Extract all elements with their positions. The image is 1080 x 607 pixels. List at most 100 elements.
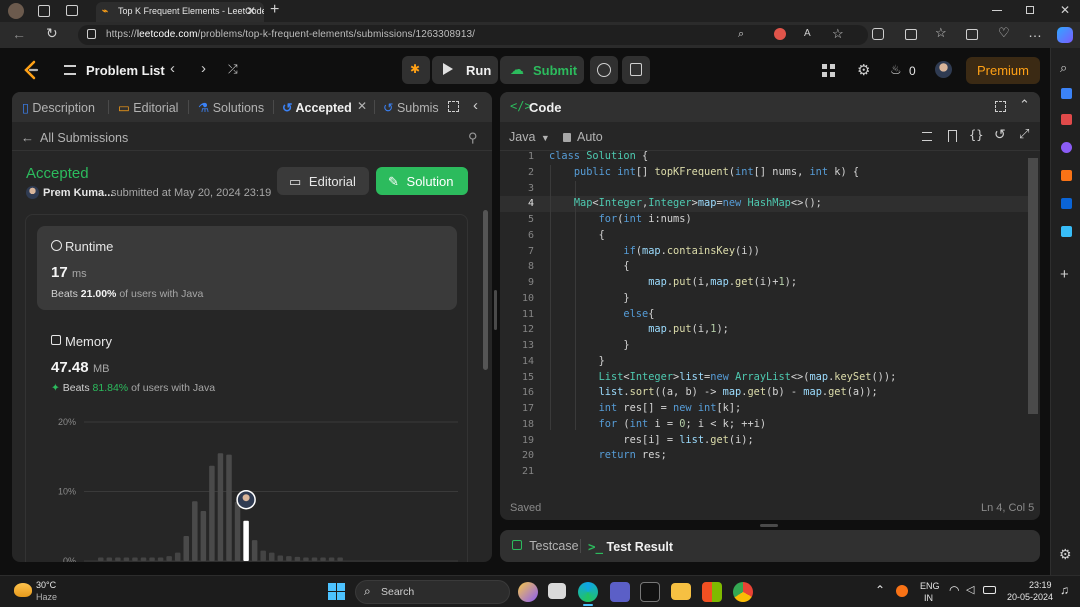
edge-browser-icon[interactable]: [578, 582, 598, 602]
run-button[interactable]: Run: [432, 56, 498, 84]
chart-bar[interactable]: [200, 510, 207, 561]
chart-bar[interactable]: [157, 557, 164, 561]
close-tab-icon[interactable]: ✕: [246, 4, 256, 18]
extensions-icon[interactable]: [872, 28, 884, 40]
submit-button[interactable]: ☁ Submit: [500, 56, 584, 84]
collapse-up-icon[interactable]: ⌃: [1019, 97, 1030, 113]
memory-card[interactable]: Memory 47.48 MB ✦ Beats 81.84% of users …: [37, 321, 457, 405]
chart-bar[interactable]: [132, 557, 138, 561]
chart-bar[interactable]: [149, 557, 155, 561]
submitter-name[interactable]: Prem Kuma...: [43, 187, 113, 199]
refresh-icon[interactable]: ↻: [46, 25, 58, 42]
chart-bar[interactable]: [269, 552, 275, 561]
tray-app-icon[interactable]: [896, 585, 908, 597]
close-tab-icon[interactable]: ✕: [357, 99, 367, 113]
browser-tab-active[interactable]: ⌁ Top K Frequent Elements - LeetCode: [96, 2, 264, 22]
chart-bar[interactable]: [226, 454, 232, 561]
chart-bar[interactable]: [166, 556, 172, 561]
user-avatar[interactable]: [935, 61, 952, 78]
taskbar-search[interactable]: ⌕ Search: [355, 580, 510, 604]
editor-scrollbar[interactable]: [1028, 158, 1038, 414]
chart-bar[interactable]: [234, 501, 241, 561]
panel-resize-handle[interactable]: [494, 290, 497, 330]
tab-editorial[interactable]: ▭ Editorial: [118, 100, 178, 115]
shopping-icon[interactable]: [1061, 88, 1072, 99]
back-arrow-icon[interactable]: ←: [12, 26, 26, 42]
chrome-icon[interactable]: [733, 582, 753, 602]
next-problem-icon[interactable]: ›: [201, 60, 206, 77]
close-window-icon[interactable]: ✕: [1060, 3, 1070, 17]
profile-avatar[interactable]: [8, 3, 24, 19]
copilot-icon[interactable]: [1057, 27, 1073, 43]
problem-list-link[interactable]: Problem List: [86, 63, 165, 78]
read-aloud-icon[interactable]: A: [804, 28, 811, 39]
auto-mode[interactable]: Auto: [577, 130, 603, 144]
bookmark-icon[interactable]: [948, 130, 957, 142]
tab-description[interactable]: ▯ Description: [22, 100, 95, 115]
microsoft-store-icon[interactable]: [702, 582, 722, 602]
code-editor[interactable]: class Solution { public int[] topKFreque…: [549, 149, 1024, 482]
settings-gear-icon[interactable]: ⚙: [857, 61, 870, 79]
chart-bar[interactable]: [320, 557, 326, 561]
more-menu-icon[interactable]: …: [1028, 24, 1042, 40]
split-screen-icon[interactable]: [905, 29, 917, 40]
weather-icon[interactable]: [14, 583, 32, 597]
notification-bell-icon[interactable]: ♫: [1060, 583, 1069, 597]
extension-badge-icon[interactable]: [774, 28, 786, 40]
terminal-app-icon[interactable]: [640, 582, 660, 602]
tab-accepted[interactable]: ↺ Accepted: [282, 100, 352, 115]
minimize-icon[interactable]: [992, 10, 1002, 11]
task-view-icon[interactable]: [548, 583, 566, 599]
chart-bar[interactable]: [294, 556, 301, 561]
file-explorer-icon[interactable]: [671, 583, 691, 600]
tab-submissions[interactable]: ↺ Submis: [383, 100, 439, 115]
address-bar[interactable]: https://leetcode.com/problems/top-k-freq…: [78, 25, 868, 45]
collections-icon[interactable]: [966, 29, 978, 40]
editorial-button[interactable]: ▭ Editorial: [277, 167, 369, 195]
games-icon[interactable]: [1061, 142, 1072, 153]
tab-solutions[interactable]: ⚗ Solutions: [198, 100, 264, 115]
layout-grid-icon[interactable]: [822, 64, 835, 77]
tab-test-result[interactable]: >_ Test Result: [588, 539, 673, 554]
debug-button[interactable]: ✱: [402, 56, 430, 84]
search-icon[interactable]: ⌕: [1060, 60, 1067, 76]
chart-bar-current[interactable]: [243, 520, 249, 561]
volume-icon[interactable]: ◁: [966, 583, 974, 596]
start-button[interactable]: [328, 583, 345, 600]
left-scrollbar[interactable]: [483, 210, 488, 370]
chart-bar[interactable]: [311, 557, 318, 561]
chart-bar[interactable]: [106, 557, 113, 561]
format-icon[interactable]: [922, 132, 932, 141]
reset-icon[interactable]: ↺: [994, 126, 1006, 143]
language-indicator[interactable]: ENG: [920, 581, 940, 591]
tab-actions-icon[interactable]: [66, 5, 78, 16]
zoom-icon[interactable]: ⌕: [738, 28, 744, 41]
chart-bar[interactable]: [286, 556, 292, 561]
outlook-icon[interactable]: [1061, 198, 1072, 209]
new-tab-icon[interactable]: +: [270, 1, 279, 19]
chart-bar[interactable]: [115, 557, 121, 561]
sidebar-settings-icon[interactable]: ⚙: [1059, 546, 1072, 563]
horizontal-resize-handle[interactable]: [760, 524, 778, 527]
copilot-app-icon[interactable]: [518, 582, 538, 602]
chart-bar[interactable]: [277, 555, 284, 561]
chart-bar[interactable]: [140, 557, 147, 561]
chart-bar[interactable]: [303, 557, 309, 561]
prev-problem-icon[interactable]: ‹: [170, 60, 175, 77]
streak-icon[interactable]: ♨: [890, 62, 902, 78]
chart-bar[interactable]: [251, 540, 258, 561]
chart-bar[interactable]: [260, 550, 266, 561]
battery-icon[interactable]: [983, 586, 996, 594]
maximize-icon[interactable]: [448, 101, 459, 112]
favorites-icon[interactable]: ☆: [935, 25, 947, 41]
runtime-card[interactable]: Runtime 17 ms Beats 21.00% of users with…: [37, 226, 457, 310]
expand-icon[interactable]: ⤢: [1019, 126, 1029, 142]
timer-button[interactable]: [590, 56, 618, 84]
office-icon[interactable]: [1061, 170, 1072, 181]
tools-icon[interactable]: [1061, 114, 1072, 125]
language-select[interactable]: Java ▼: [509, 130, 550, 144]
add-sidebar-app-icon[interactable]: +: [1060, 266, 1069, 283]
notes-button[interactable]: [622, 56, 650, 84]
chart-bar[interactable]: [123, 557, 130, 561]
back-arrow-icon[interactable]: ←: [21, 130, 34, 145]
